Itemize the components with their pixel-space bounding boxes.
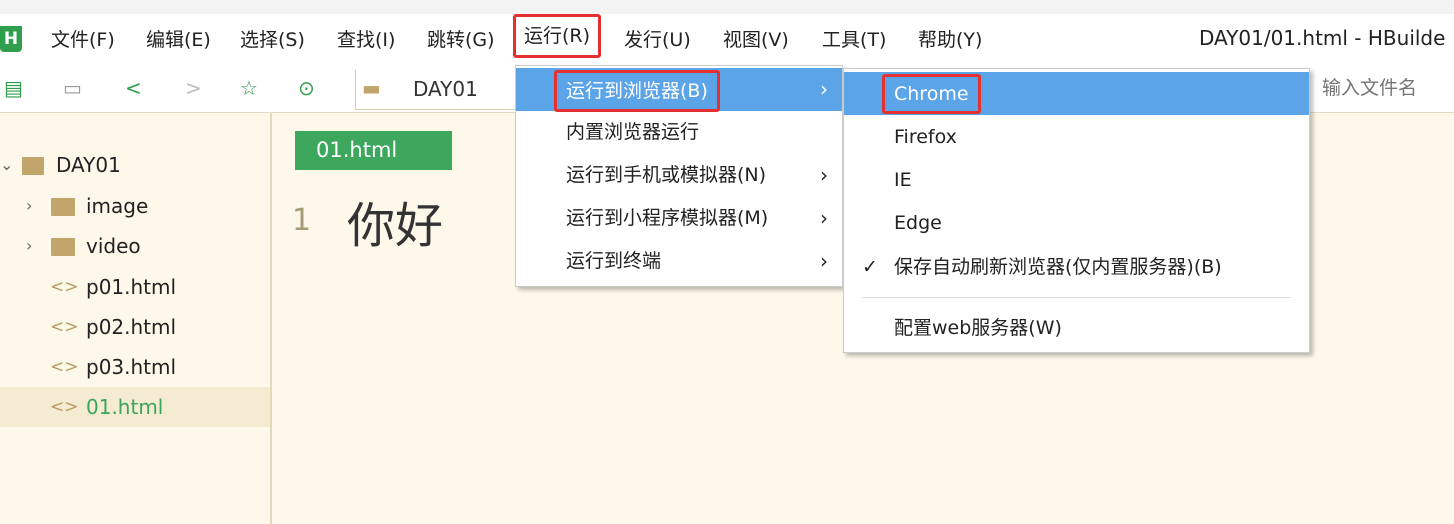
menu-help[interactable]: 帮助(Y) (918, 25, 982, 52)
menu-item-label: IE (894, 169, 912, 191)
chevron-down-icon[interactable]: ⌄ (0, 145, 13, 185)
tree-item-01[interactable]: <> 01.html (0, 387, 270, 427)
folder-icon (51, 238, 75, 256)
tree-item-p02[interactable]: <> p02.html (0, 307, 270, 347)
menu-run[interactable]: 运行(R) (513, 14, 602, 58)
hbuilder-logo: H (0, 26, 22, 52)
chevron-right-icon: › (820, 77, 828, 101)
tree-label: video (86, 234, 141, 258)
chevron-right-icon[interactable]: › (26, 226, 32, 266)
menu-goto[interactable]: 跳转(G) (427, 25, 495, 52)
menu-item-ie[interactable]: IE (844, 159, 1309, 202)
menu-item-label: 保存自动刷新浏览器(仅内置服务器)(B) (894, 256, 1222, 278)
tree-item-image[interactable]: › image (0, 186, 270, 226)
menu-edit[interactable]: 编辑(E) (146, 25, 211, 52)
save-icon[interactable]: ▭ (63, 76, 82, 100)
project-sidebar: ⌄ DAY01 › image › video <> p01.html <> p… (0, 113, 272, 524)
tree-item-p01[interactable]: <> p01.html (0, 267, 270, 307)
folder-icon (22, 157, 44, 175)
forward-icon[interactable]: > (185, 76, 202, 100)
menu-publish[interactable]: 发行(U) (624, 25, 691, 52)
tree-item-video[interactable]: › video (0, 226, 270, 266)
back-icon[interactable]: < (125, 76, 142, 100)
tree-root-day01[interactable]: ⌄ DAY01 (0, 145, 270, 185)
breadcrumb-day01[interactable]: DAY01 (413, 77, 478, 101)
chevron-right-icon: › (820, 249, 828, 273)
code-line[interactable]: 你好 (347, 186, 443, 256)
menu-item-label: Chrome (882, 74, 981, 114)
menu-view[interactable]: 视图(V) (723, 25, 789, 52)
menu-tools[interactable]: 工具(T) (822, 25, 886, 52)
line-number: 1 (292, 203, 312, 238)
menu-item-auto-refresh[interactable]: ✓ 保存自动刷新浏览器(仅内置服务器)(B) (844, 246, 1309, 289)
menu-file[interactable]: 文件(F) (51, 25, 115, 52)
folder-icon: ▬ (362, 76, 381, 100)
browser-submenu: Chrome Firefox IE Edge ✓ 保存自动刷新浏览器(仅内置服务… (843, 68, 1310, 353)
new-file-icon[interactable]: ▤ (4, 76, 23, 100)
file-search-input[interactable] (1322, 77, 1452, 99)
menu-item-label: Edge (894, 212, 942, 234)
run-menu: 运行到浏览器(B) › 内置浏览器运行 运行到手机或模拟器(N) › 运行到小程… (515, 65, 843, 287)
menu-divider (862, 297, 1291, 298)
html-file-icon: <> (50, 357, 79, 377)
window-top-strip (0, 0, 1454, 14)
run-icon[interactable]: ⊙ (298, 76, 315, 100)
tree-label: p03.html (86, 355, 177, 379)
html-file-icon: <> (50, 397, 79, 417)
tree-item-p03[interactable]: <> p03.html (0, 347, 270, 387)
menu-item-firefox[interactable]: Firefox (844, 116, 1309, 159)
checkmark-icon: ✓ (862, 256, 878, 278)
chevron-right-icon: › (820, 206, 828, 230)
tree-label: image (86, 194, 149, 218)
menu-item-chrome[interactable]: Chrome (844, 72, 1309, 115)
menu-item-run-miniprogram[interactable]: 运行到小程序模拟器(M) › (516, 197, 842, 240)
menu-item-label: 运行到小程序模拟器(M) (566, 207, 769, 229)
tree-label: p01.html (86, 275, 177, 299)
menu-item-label: 内置浏览器运行 (566, 121, 700, 143)
menu-item-run-in-browser[interactable]: 运行到浏览器(B) › (516, 68, 842, 112)
menu-item-label: 运行到浏览器(B) (554, 70, 720, 112)
star-icon[interactable]: ☆ (240, 76, 258, 100)
menu-item-run-on-device[interactable]: 运行到手机或模拟器(N) › (516, 154, 842, 197)
tree-label: DAY01 (56, 153, 121, 177)
chevron-right-icon[interactable]: › (26, 186, 32, 226)
chevron-right-icon: › (820, 163, 828, 187)
menu-item-run-terminal[interactable]: 运行到终端 › (516, 240, 842, 283)
menu-item-label: 运行到手机或模拟器(N) (566, 164, 767, 186)
menu-select[interactable]: 选择(S) (240, 25, 305, 52)
tree-label: p02.html (86, 315, 177, 339)
menu-item-config-web-server[interactable]: 配置web服务器(W) (844, 307, 1309, 350)
html-file-icon: <> (50, 317, 79, 337)
menu-item-label: Firefox (894, 126, 957, 148)
window-title: DAY01/01.html - HBuilde (1199, 26, 1446, 50)
tree-label: 01.html (86, 395, 164, 419)
menu-item-builtin-browser[interactable]: 内置浏览器运行 (516, 111, 842, 154)
menu-item-edge[interactable]: Edge (844, 202, 1309, 245)
folder-icon (51, 198, 75, 216)
html-file-icon: <> (50, 277, 79, 297)
editor-tab-01-html[interactable]: 01.html (295, 131, 452, 170)
menu-find[interactable]: 查找(I) (337, 25, 395, 52)
menu-item-label: 运行到终端 (566, 250, 662, 272)
menu-item-label: 配置web服务器(W) (894, 317, 1062, 339)
